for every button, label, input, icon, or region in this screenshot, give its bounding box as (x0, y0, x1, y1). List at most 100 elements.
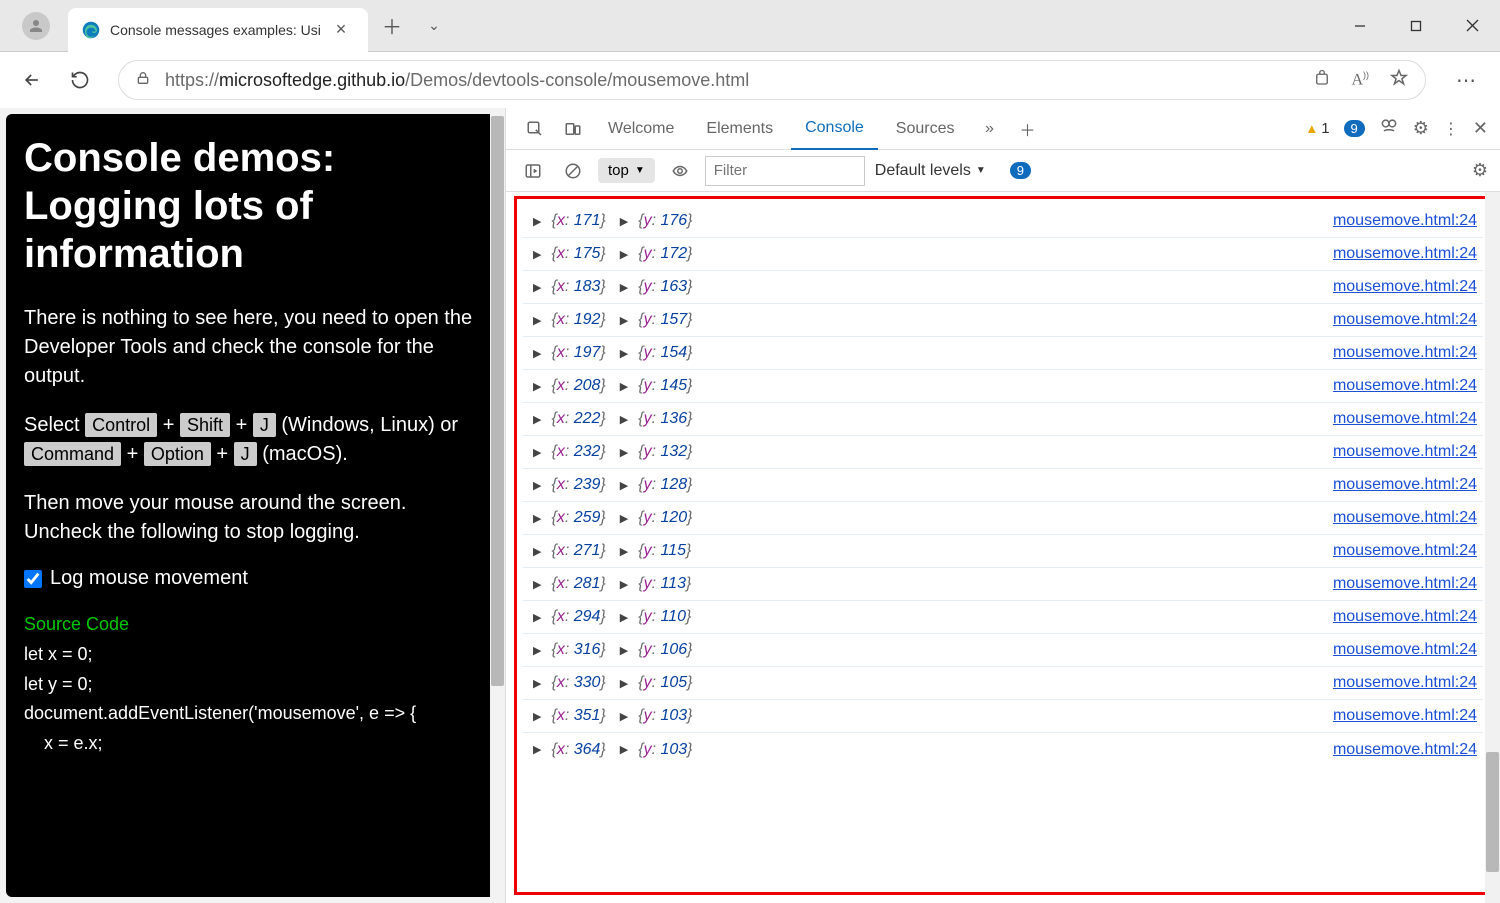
more-tabs-icon[interactable]: » (973, 112, 1007, 146)
console-settings-icon[interactable]: ⚙ (1472, 160, 1488, 181)
console-log-row[interactable]: ▶{x: 183}▶{y: 163}mousemove.html:24 (523, 271, 1483, 304)
console-log-row[interactable]: ▶{x: 197}▶{y: 154}mousemove.html:24 (523, 337, 1483, 370)
expand-icon[interactable]: ▶ (620, 446, 628, 459)
issues-badge[interactable]: 9 (1010, 162, 1031, 179)
favorite-icon[interactable] (1389, 68, 1409, 93)
expand-icon[interactable]: ▶ (620, 479, 628, 492)
live-expression-icon[interactable] (665, 156, 695, 186)
expand-icon[interactable]: ▶ (533, 314, 541, 327)
profile-button[interactable] (22, 12, 50, 40)
source-link[interactable]: mousemove.html:24 (1333, 212, 1477, 230)
inspect-icon[interactable] (518, 112, 552, 146)
expand-icon[interactable]: ▶ (620, 347, 628, 360)
tab-welcome[interactable]: Welcome (594, 108, 688, 150)
device-toggle-icon[interactable] (556, 112, 590, 146)
console-log-row[interactable]: ▶{x: 330}▶{y: 105}mousemove.html:24 (523, 667, 1483, 700)
page-scrollbar-thumb[interactable] (491, 116, 504, 686)
log-checkbox[interactable] (24, 570, 42, 588)
expand-icon[interactable]: ▶ (533, 644, 541, 657)
back-button[interactable] (12, 60, 52, 100)
expand-icon[interactable]: ▶ (533, 611, 541, 624)
expand-icon[interactable]: ▶ (533, 710, 541, 723)
devtools-close-icon[interactable]: ✕ (1473, 118, 1488, 139)
source-link[interactable]: mousemove.html:24 (1333, 575, 1477, 593)
console-log-row[interactable]: ▶{x: 271}▶{y: 115}mousemove.html:24 (523, 535, 1483, 568)
expand-icon[interactable]: ▶ (533, 215, 541, 228)
expand-icon[interactable]: ▶ (620, 677, 628, 690)
source-link[interactable]: mousemove.html:24 (1333, 509, 1477, 527)
new-tab-button[interactable]: ＋ (374, 8, 410, 44)
console-log-row[interactable]: ▶{x: 294}▶{y: 110}mousemove.html:24 (523, 601, 1483, 634)
expand-icon[interactable]: ▶ (533, 446, 541, 459)
source-link[interactable]: mousemove.html:24 (1333, 674, 1477, 692)
expand-icon[interactable]: ▶ (620, 281, 628, 294)
console-log-row[interactable]: ▶{x: 316}▶{y: 106}mousemove.html:24 (523, 634, 1483, 667)
expand-icon[interactable]: ▶ (620, 578, 628, 591)
expand-icon[interactable]: ▶ (620, 248, 628, 261)
page-scrollbar[interactable] (490, 114, 505, 897)
console-log-row[interactable]: ▶{x: 259}▶{y: 120}mousemove.html:24 (523, 502, 1483, 535)
browser-tab[interactable]: Console messages examples: Usi × (68, 8, 368, 52)
read-aloud-icon[interactable]: A)) (1351, 70, 1369, 89)
expand-icon[interactable]: ▶ (620, 710, 628, 723)
source-link[interactable]: mousemove.html:24 (1333, 278, 1477, 296)
console-log-row[interactable]: ▶{x: 175}▶{y: 172}mousemove.html:24 (523, 238, 1483, 271)
expand-icon[interactable]: ▶ (533, 578, 541, 591)
source-link[interactable]: mousemove.html:24 (1333, 311, 1477, 329)
expand-icon[interactable]: ▶ (620, 215, 628, 228)
console-log-row[interactable]: ▶{x: 222}▶{y: 136}mousemove.html:24 (523, 403, 1483, 436)
source-link[interactable]: mousemove.html:24 (1333, 608, 1477, 626)
console-log-row[interactable]: ▶{x: 351}▶{y: 103}mousemove.html:24 (523, 700, 1483, 733)
expand-icon[interactable]: ▶ (533, 512, 541, 525)
expand-icon[interactable]: ▶ (533, 281, 541, 294)
expand-icon[interactable]: ▶ (620, 611, 628, 624)
warning-badge[interactable]: 1 (1305, 120, 1329, 137)
console-log-row[interactable]: ▶{x: 364}▶{y: 103}mousemove.html:24 (523, 733, 1483, 766)
console-log-row[interactable]: ▶{x: 171}▶{y: 176}mousemove.html:24 (523, 205, 1483, 238)
expand-icon[interactable]: ▶ (533, 248, 541, 261)
expand-icon[interactable]: ▶ (620, 644, 628, 657)
expand-icon[interactable]: ▶ (620, 545, 628, 558)
tab-console[interactable]: Console (791, 108, 878, 150)
expand-icon[interactable]: ▶ (620, 512, 628, 525)
tab-elements[interactable]: Elements (692, 108, 787, 150)
address-bar[interactable]: https://microsoftedge.github.io/Demos/de… (118, 60, 1426, 100)
expand-icon[interactable]: ▶ (620, 743, 628, 756)
source-link[interactable]: mousemove.html:24 (1333, 377, 1477, 395)
toggle-sidebar-icon[interactable] (518, 156, 548, 186)
refresh-button[interactable] (60, 60, 100, 100)
expand-icon[interactable]: ▶ (620, 314, 628, 327)
info-badge[interactable]: 9 (1344, 120, 1365, 137)
expand-icon[interactable]: ▶ (533, 347, 541, 360)
devtools-menu-icon[interactable]: ⋮ (1443, 119, 1459, 139)
minimize-button[interactable] (1332, 6, 1388, 46)
context-selector[interactable]: top▼ (598, 158, 655, 183)
settings-icon[interactable]: ⚙ (1413, 118, 1429, 139)
maximize-button[interactable] (1388, 6, 1444, 46)
source-link[interactable]: mousemove.html:24 (1333, 344, 1477, 362)
expand-icon[interactable]: ▶ (533, 677, 541, 690)
console-log-row[interactable]: ▶{x: 192}▶{y: 157}mousemove.html:24 (523, 304, 1483, 337)
source-link[interactable]: mousemove.html:24 (1333, 245, 1477, 263)
source-link[interactable]: mousemove.html:24 (1333, 410, 1477, 428)
console-log-row[interactable]: ▶{x: 232}▶{y: 132}mousemove.html:24 (523, 436, 1483, 469)
devtools-scrollbar[interactable] (1485, 192, 1500, 903)
console-log-row[interactable]: ▶{x: 208}▶{y: 145}mousemove.html:24 (523, 370, 1483, 403)
source-link[interactable]: mousemove.html:24 (1333, 443, 1477, 461)
devtools-scrollbar-thumb[interactable] (1486, 752, 1499, 872)
close-window-button[interactable] (1444, 6, 1500, 46)
browser-menu-button[interactable]: ⋯ (1456, 68, 1476, 93)
feedback-icon[interactable] (1379, 116, 1399, 141)
console-log-row[interactable]: ▶{x: 281}▶{y: 113}mousemove.html:24 (523, 568, 1483, 601)
filter-input[interactable] (705, 156, 865, 186)
source-link[interactable]: mousemove.html:24 (1333, 741, 1477, 759)
source-link[interactable]: mousemove.html:24 (1333, 476, 1477, 494)
expand-icon[interactable]: ▶ (533, 545, 541, 558)
new-tab-icon[interactable]: ＋ (1011, 112, 1045, 146)
levels-selector[interactable]: Default levels▼ (875, 162, 986, 180)
expand-icon[interactable]: ▶ (533, 743, 541, 756)
console-log-row[interactable]: ▶{x: 239}▶{y: 128}mousemove.html:24 (523, 469, 1483, 502)
expand-icon[interactable]: ▶ (533, 380, 541, 393)
shopping-icon[interactable] (1313, 69, 1331, 92)
expand-icon[interactable]: ▶ (533, 413, 541, 426)
